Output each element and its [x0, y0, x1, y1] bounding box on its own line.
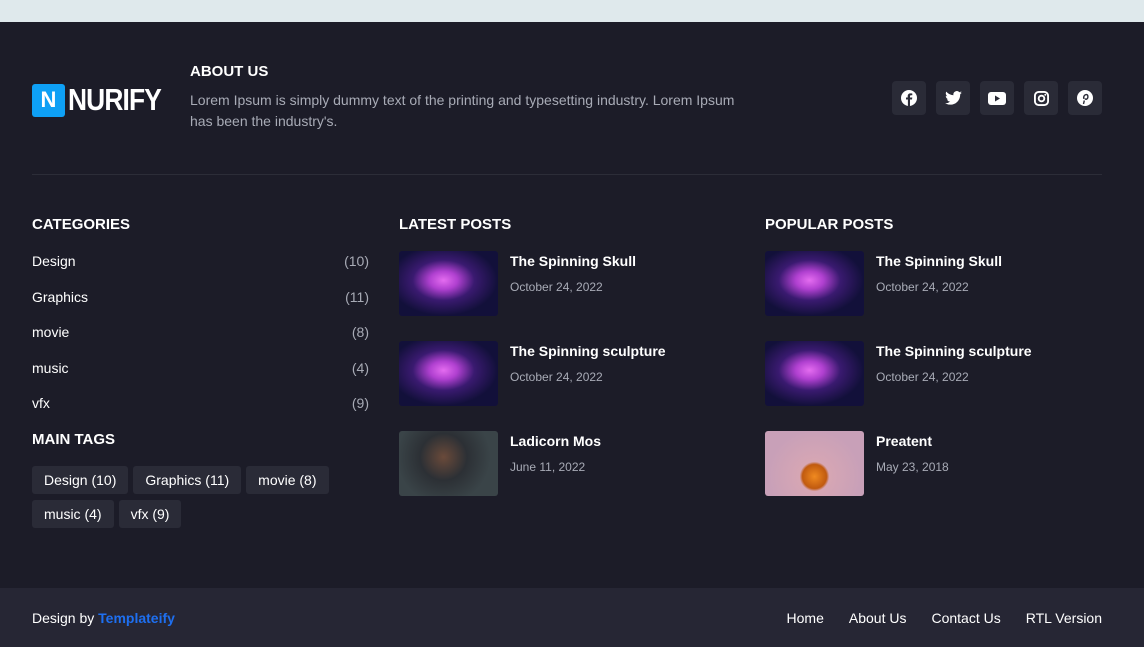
category-label: vfx [32, 395, 50, 412]
author-link[interactable]: Templateify [98, 610, 175, 626]
category-count: (4) [351, 359, 369, 376]
tag-chip[interactable]: music (4) [32, 499, 114, 528]
category-item[interactable]: vfx (9) [32, 393, 369, 429]
post-title[interactable]: The Spinning Skull [876, 253, 1002, 269]
tag-chip[interactable]: Design (10) [32, 465, 129, 494]
popular-posts-column: POPULAR POSTS The Spinning Skull October … [765, 216, 1102, 521]
post-date: October 24, 2022 [876, 370, 969, 384]
latest-posts-column: LATEST POSTS The Spinning Skull October 2… [399, 216, 736, 521]
category-label: Graphics [32, 288, 89, 305]
post-item[interactable]: The Spinning sculpture October 24, 2022 [765, 341, 1102, 431]
youtube-icon[interactable] [980, 81, 1014, 115]
divider [32, 174, 1102, 175]
post-thumbnail[interactable] [765, 341, 864, 406]
post-title[interactable]: Ladicorn Mos [510, 433, 601, 449]
post-info: Ladicorn Mos June 11, 2022 [510, 431, 601, 521]
post-info: The Spinning sculpture October 24, 2022 [510, 341, 666, 431]
instagram-icon[interactable] [1024, 81, 1058, 115]
post-title[interactable]: The Spinning Skull [510, 253, 636, 269]
credit: Design by Templateify [32, 610, 175, 626]
twitter-icon[interactable] [936, 81, 970, 115]
post-date: October 24, 2022 [876, 280, 969, 294]
about-text: Lorem Ipsum is simply dummy text of the … [190, 92, 735, 129]
tag-chip[interactable]: movie (8) [246, 465, 329, 494]
footer: N NURIFY ABOUT US Lorem Ipsum is simply … [0, 22, 1144, 588]
post-item[interactable]: The Spinning sculpture October 24, 2022 [399, 341, 736, 431]
post-thumbnail[interactable] [765, 431, 864, 496]
credit-text: Design by [32, 609, 99, 626]
facebook-icon[interactable] [892, 81, 926, 115]
tag-chip[interactable]: vfx (9) [118, 499, 182, 528]
category-label: Design [32, 253, 76, 269]
category-label: movie [32, 324, 70, 341]
footer-link[interactable]: Home [787, 610, 824, 626]
post-info: Preatent May 23, 2018 [876, 431, 949, 521]
tag-chip[interactable]: Graphics (11) [133, 465, 242, 494]
about-title: ABOUT US [190, 63, 269, 80]
categories-column: CATEGORIES Design (10) Graphics (11) movie (8… [32, 216, 369, 528]
post-thumbnail[interactable] [399, 341, 498, 406]
post-date: October 24, 2022 [510, 280, 603, 294]
top-strip [0, 0, 1144, 22]
post-info: The Spinning sculpture October 24, 2022 [876, 341, 1032, 431]
post-date: May 23, 2018 [876, 460, 949, 474]
post-thumbnail[interactable] [399, 431, 498, 496]
footer-link[interactable]: Contact Us [931, 610, 1000, 626]
bottom-links: Home About Us Contact Us RTL Version [787, 610, 1102, 626]
post-title[interactable]: The Spinning sculpture [510, 343, 666, 359]
post-thumbnail[interactable] [765, 251, 864, 316]
post-info: The Spinning Skull October 24, 2022 [876, 251, 1002, 341]
social-links [892, 81, 1102, 115]
latest-posts-title: LATEST POSTS [399, 216, 512, 233]
tags-title: MAIN TAGS [32, 430, 116, 448]
logo-mark: N [32, 83, 65, 117]
post-thumbnail[interactable] [399, 251, 498, 316]
post-item[interactable]: The Spinning Skull October 24, 2022 [399, 251, 736, 341]
footer-link[interactable]: RTL Version [1026, 610, 1102, 626]
post-item[interactable]: The Spinning Skull October 24, 2022 [765, 251, 1102, 341]
category-item[interactable]: Graphics (11) [32, 287, 369, 323]
category-item[interactable]: Design (10) [32, 251, 369, 287]
category-count: (10) [344, 253, 369, 269]
logo[interactable]: N NURIFY [32, 82, 177, 118]
post-item[interactable]: Ladicorn Mos June 11, 2022 [399, 431, 736, 521]
logo-text: NURIFY [68, 82, 162, 117]
category-item[interactable]: movie (8) [32, 322, 369, 358]
post-date: June 11, 2022 [510, 460, 586, 474]
pinterest-icon[interactable] [1068, 81, 1102, 115]
post-info: The Spinning Skull October 24, 2022 [510, 251, 636, 341]
post-item[interactable]: Preatent May 23, 2018 [765, 431, 1102, 521]
post-title[interactable]: Preatent [876, 433, 949, 449]
category-label: music [32, 359, 69, 376]
category-item[interactable]: music (4) [32, 358, 369, 394]
about-section: ABOUT US Lorem Ipsum is simply dummy tex… [190, 63, 750, 132]
categories-title: CATEGORIES [32, 216, 131, 233]
bottom-bar: Design by Templateify Home About Us Contac… [0, 588, 1144, 647]
footer-link[interactable]: About Us [849, 610, 907, 626]
category-count: (8) [351, 324, 369, 341]
post-title[interactable]: The Spinning sculpture [876, 343, 1032, 359]
category-count: (9) [351, 395, 369, 412]
post-date: October 24, 2022 [510, 370, 603, 384]
category-count: (11) [345, 288, 369, 305]
popular-posts-title: POPULAR POSTS [765, 216, 894, 233]
